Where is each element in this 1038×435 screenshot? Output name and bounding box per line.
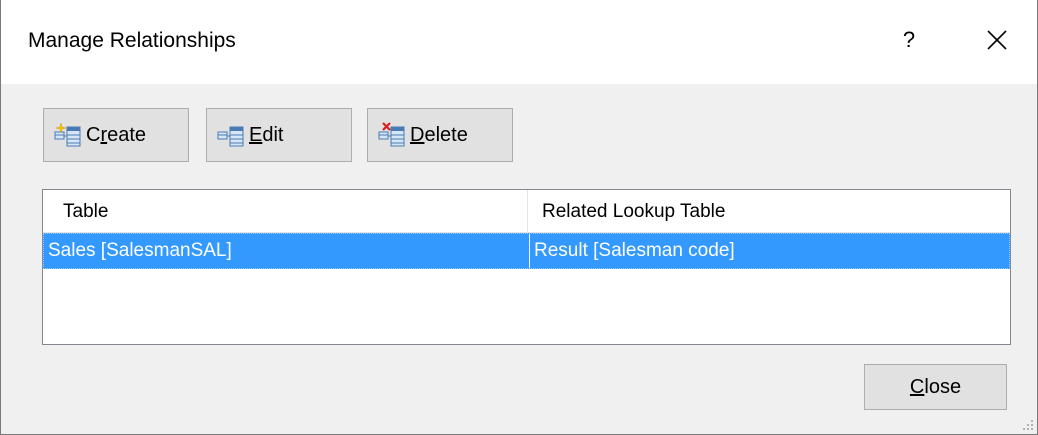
- grid-header: Table Related Lookup Table: [43, 190, 1010, 233]
- column-header-table[interactable]: Table: [63, 190, 108, 232]
- column-header-related-lookup-table[interactable]: Related Lookup Table: [542, 190, 725, 232]
- close-button[interactable]: Close: [864, 364, 1007, 410]
- relationships-grid[interactable]: Table Related Lookup Table Sales [Salesm…: [42, 189, 1011, 345]
- delete-button[interactable]: Delete: [367, 108, 513, 162]
- table-new-icon: [54, 122, 81, 147]
- column-separator[interactable]: [527, 190, 528, 232]
- dialog-title: Manage Relationships: [28, 29, 236, 52]
- resize-grip-icon[interactable]: [1022, 419, 1034, 431]
- window-close-button[interactable]: [977, 20, 1017, 60]
- delete-label: Delete: [410, 123, 468, 146]
- table-row[interactable]: Sales [SalesmanSAL] Result [Salesman cod…: [43, 233, 1010, 269]
- help-button[interactable]: ?: [889, 20, 929, 60]
- close-icon: [987, 30, 1007, 50]
- title-bar: Manage Relationships ?: [1, 0, 1037, 84]
- create-button[interactable]: Create: [43, 108, 189, 162]
- cell-table: Sales [SalesmanSAL]: [48, 240, 232, 261]
- table-edit-icon: [217, 126, 244, 147]
- table-delete-icon: [378, 122, 405, 147]
- create-label: Create: [86, 123, 147, 146]
- manage-relationships-dialog: Manage Relationships ? Create Edit Delet…: [0, 0, 1038, 435]
- cell-related-lookup-table: Result [Salesman code]: [529, 234, 735, 268]
- edit-label: Edit: [249, 123, 284, 146]
- edit-button[interactable]: Edit: [206, 108, 352, 162]
